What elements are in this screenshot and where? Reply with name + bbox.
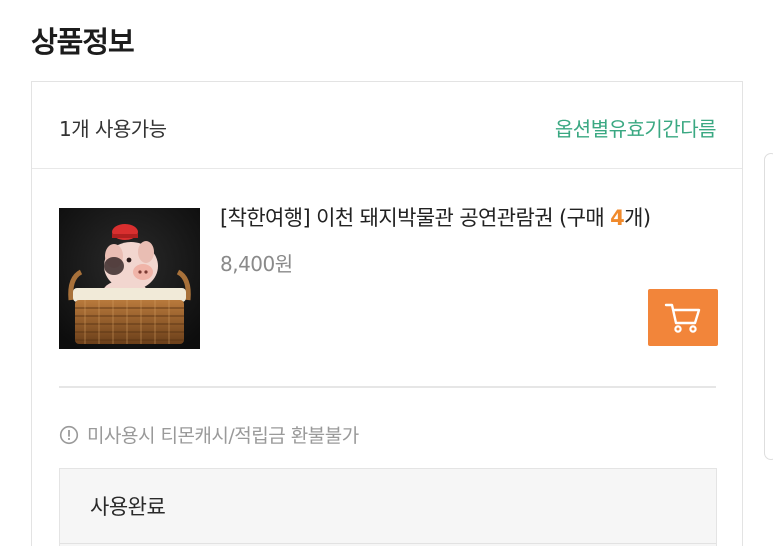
info-icon — [59, 425, 79, 445]
product-card: 1개 사용가능 옵션별유효기간다름 [착한여행] 이천 돼지박물관 공연관람권 … — [31, 81, 743, 546]
status-box-divider — [60, 543, 716, 544]
product-title[interactable]: [착한여행] 이천 돼지박물관 공연관람권 (구매 4개) — [220, 202, 651, 232]
pig-in-basket-image — [59, 208, 200, 349]
availability-text: 1개 사용가능 — [59, 117, 167, 141]
side-panel-edge — [764, 153, 773, 460]
product-thumbnail[interactable] — [59, 208, 200, 349]
usage-status-box: 사용완료 — [59, 468, 717, 546]
usage-status-label: 사용완료 — [90, 495, 166, 519]
product-info-page: 상품정보 1개 사용가능 옵션별유효기간다름 [착한여행] 이천 돼지박물관 공… — [0, 0, 773, 546]
cart-icon — [664, 303, 701, 333]
product-price: 8,400원 — [220, 252, 293, 276]
refund-notice: 미사용시 티몬캐시/적립금 환불불가 — [59, 421, 359, 448]
product-title-prefix: [착한여행] 이천 돼지박물관 공연관람권 (구매 — [220, 206, 611, 230]
purchase-quantity: 4 — [610, 206, 625, 230]
validity-by-option-link[interactable]: 옵션별유효기간다름 — [555, 113, 717, 142]
add-to-cart-button[interactable] — [648, 289, 718, 346]
card-header: 1개 사용가능 옵션별유효기간다름 — [32, 82, 742, 169]
product-title-suffix: 개) — [624, 206, 651, 230]
refund-notice-text: 미사용시 티몬캐시/적립금 환불불가 — [87, 425, 359, 447]
divider — [59, 386, 716, 388]
section-title: 상품정보 — [31, 25, 135, 59]
